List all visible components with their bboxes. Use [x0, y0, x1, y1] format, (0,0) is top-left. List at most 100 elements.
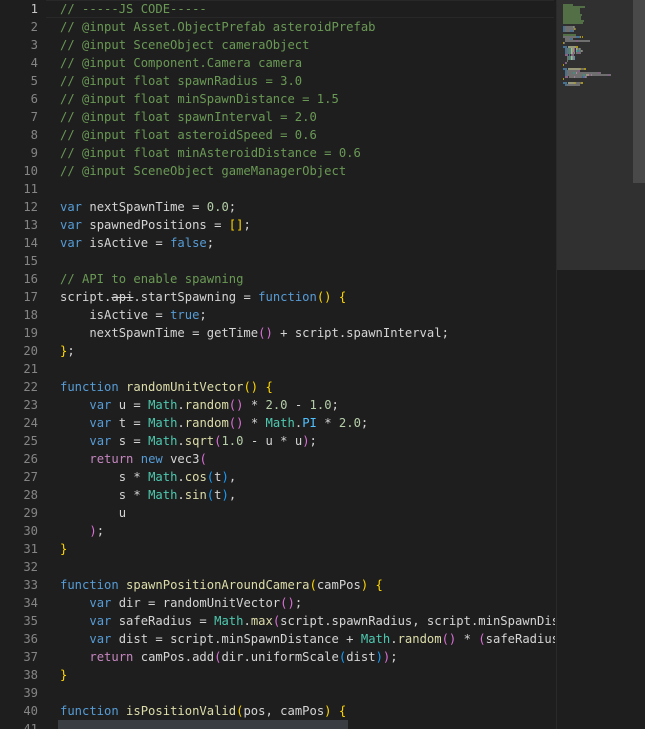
code-line[interactable]: } [60, 540, 555, 558]
line-number[interactable]: 34 [0, 594, 46, 612]
line-number[interactable]: 20 [0, 342, 46, 360]
line-number[interactable]: 8 [0, 126, 46, 144]
code-line[interactable]: // @input float asteroidSpeed = 0.6 [60, 126, 555, 144]
line-number[interactable]: 3 [0, 36, 46, 54]
code-line[interactable]: return new vec3( [60, 450, 555, 468]
code-line[interactable]: isActive = true; [60, 306, 555, 324]
code-line[interactable]: var u = Math.random() * 2.0 - 1.0; [60, 396, 555, 414]
code-line[interactable]: var spawnedPositions = []; [60, 216, 555, 234]
code-token: var [89, 632, 112, 646]
code-token: .startSpawning = [133, 290, 259, 304]
line-number[interactable]: 15 [0, 252, 46, 270]
code-line[interactable]: // @input float minSpawnDistance = 1.5 [60, 90, 555, 108]
line-number[interactable]: 11 [0, 180, 46, 198]
code-area[interactable]: // -----JS CODE----- // @input Asset.Obje… [60, 0, 555, 729]
line-number[interactable]: 4 [0, 54, 46, 72]
code-line[interactable]: nextSpawnTime = getTime() + script.spawn… [60, 324, 555, 342]
minimap-code-mark [563, 78, 564, 80]
code-line[interactable]: var safeRadius = Math.max(script.spawnRa… [60, 612, 555, 630]
line-number[interactable]: 22 [0, 378, 46, 396]
code-token: sqrt [184, 434, 215, 448]
code-line[interactable]: // API to enable spawning [60, 270, 555, 288]
code-line[interactable]: // @input float spawnInterval = 2.0 [60, 108, 555, 126]
code-line[interactable]: var isActive = false; [60, 234, 555, 252]
line-number[interactable]: 29 [0, 504, 46, 522]
line-number[interactable]: 7 [0, 108, 46, 126]
line-number[interactable]: 17 [0, 288, 46, 306]
line-number[interactable]: 24 [0, 414, 46, 432]
code-token: } [60, 668, 68, 682]
line-number[interactable]: 40 [0, 702, 46, 720]
line-number[interactable]: 10 [0, 162, 46, 180]
line-number[interactable]: 32 [0, 558, 46, 576]
code-line[interactable]: var s = Math.sqrt(1.0 - u * u); [60, 432, 555, 450]
line-number[interactable]: 18 [0, 306, 46, 324]
code-line[interactable] [60, 180, 555, 198]
line-number[interactable]: 31 [0, 540, 46, 558]
line-number[interactable]: 41 [0, 720, 46, 729]
code-token: safeRadius - script.minSpawnDistance [485, 632, 555, 646]
code-line[interactable]: function randomUnitVector() { [60, 378, 555, 396]
line-number[interactable]: 5 [0, 72, 46, 90]
code-line[interactable]: // @input float minAsteroidDistance = 0.… [60, 144, 555, 162]
code-line[interactable]: var nextSpawnTime = 0.0; [60, 198, 555, 216]
line-number[interactable]: 33 [0, 576, 46, 594]
line-number[interactable]: 13 [0, 216, 46, 234]
line-number[interactable]: 21 [0, 360, 46, 378]
code-line[interactable] [60, 252, 555, 270]
line-number[interactable]: 37 [0, 648, 46, 666]
line-number[interactable]: 36 [0, 630, 46, 648]
code-line[interactable]: // @input Asset.ObjectPrefab asteroidPre… [60, 18, 555, 36]
code-line[interactable]: u [60, 504, 555, 522]
code-line[interactable] [60, 558, 555, 576]
line-number[interactable]: 2 [0, 18, 46, 36]
code-line[interactable]: }; [60, 342, 555, 360]
minimap-code-mark [581, 36, 582, 38]
code-line[interactable]: function spawnPositionAroundCamera(camPo… [60, 576, 555, 594]
line-number[interactable]: 30 [0, 522, 46, 540]
minimap[interactable] [556, 0, 645, 729]
line-number[interactable]: 19 [0, 324, 46, 342]
code-line[interactable] [60, 360, 555, 378]
code-token: . [177, 488, 185, 502]
line-number[interactable]: 12 [0, 198, 46, 216]
code-token: 2.0 [265, 398, 288, 412]
line-number[interactable]: 28 [0, 486, 46, 504]
vertical-scrollbar-thumb[interactable] [633, 0, 645, 183]
code-line[interactable]: } [60, 666, 555, 684]
line-number[interactable]: 39 [0, 684, 46, 702]
code-line[interactable]: s * Math.cos(t), [60, 468, 555, 486]
code-line[interactable] [60, 684, 555, 702]
code-line[interactable]: function isPositionValid(pos, camPos) { [60, 702, 555, 720]
code-line[interactable]: var dist = script.minSpawnDistance + Mat… [60, 630, 555, 648]
line-number[interactable]: 25 [0, 432, 46, 450]
code-line[interactable]: s * Math.sin(t), [60, 486, 555, 504]
code-line[interactable]: // @input float spawnRadius = 3.0 [60, 72, 555, 90]
code-token: // @input float minAsteroidDistance = 0.… [60, 146, 361, 160]
code-editor[interactable]: 1 2 3 4 5 6 7 8 9 10 11 12 13 14 15 16 17 18 19 20 21 22 23 24 2… [0, 0, 645, 729]
line-number[interactable]: 1 [0, 0, 46, 18]
code-line[interactable]: // @input SceneObject cameraObject [60, 36, 555, 54]
code-line[interactable]: var dir = randomUnitVector(); [60, 594, 555, 612]
line-number[interactable]: 23 [0, 396, 46, 414]
minimap-code-mark [563, 64, 564, 66]
line-number[interactable]: 6 [0, 90, 46, 108]
code-line[interactable]: // @input Component.Camera camera [60, 54, 555, 72]
line-number-gutter[interactable]: 1 2 3 4 5 6 7 8 9 10 11 12 13 14 15 16 17 18 19 20 21 22 23 24 2… [0, 0, 46, 729]
line-number[interactable]: 9 [0, 144, 46, 162]
code-line[interactable]: // -----JS CODE----- [60, 0, 555, 18]
code-line[interactable]: // @input SceneObject gameManagerObject [60, 162, 555, 180]
line-number[interactable]: 38 [0, 666, 46, 684]
code-line[interactable]: ); [60, 522, 555, 540]
line-number[interactable]: 26 [0, 450, 46, 468]
line-number[interactable]: 16 [0, 270, 46, 288]
code-token: t = [111, 416, 149, 430]
line-number[interactable]: 14 [0, 234, 46, 252]
line-number[interactable]: 35 [0, 612, 46, 630]
code-line[interactable]: script.api.startSpawning = function() { [60, 288, 555, 306]
line-number[interactable]: 27 [0, 468, 46, 486]
code-line[interactable]: return camPos.add(dir.uniformScale(dist)… [60, 648, 555, 666]
code-line[interactable]: var t = Math.random() * Math.PI * 2.0; [60, 414, 555, 432]
